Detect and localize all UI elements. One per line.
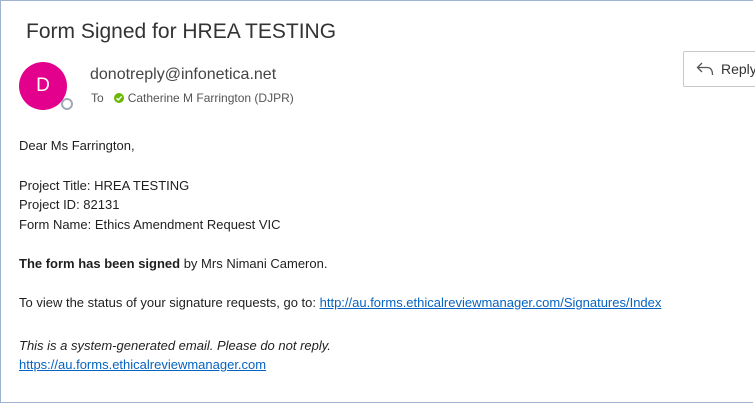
project-title: Project Title: HREA TESTING [19, 178, 190, 193]
footer-link-line: https://au.forms.ethicalreviewmanager.co… [19, 356, 266, 373]
signatures-link[interactable]: http://au.forms.ethicalreviewmanager.com… [320, 295, 662, 310]
footer-note-text: This is a system-generated email. Please… [19, 338, 331, 353]
sender-avatar[interactable]: D [19, 62, 67, 110]
form-name: Form Name: Ethics Amendment Request VIC [19, 217, 281, 232]
project-id: Project ID: 82131 [19, 197, 120, 212]
signed-bold-text: The form has been signed [19, 256, 181, 271]
recipient-row: To Catherine M Farrington (DJPR) [91, 91, 294, 105]
available-status-icon [113, 93, 124, 103]
reply-label: Reply [721, 61, 755, 77]
to-label: To [91, 91, 104, 105]
reply-button[interactable]: Reply [683, 51, 755, 87]
reply-arrow-icon [696, 62, 714, 76]
email-subject: Form Signed for HREA TESTING [26, 20, 337, 43]
footer-note: This is a system-generated email. Please… [19, 337, 331, 354]
greeting: Dear Ms Farrington, [19, 138, 135, 153]
sender-address[interactable]: donotreply@infonetica.net [90, 66, 276, 84]
presence-status-icon [61, 98, 73, 110]
signed-line: The form has been signed by Mrs Nimani C… [19, 255, 327, 272]
status-line: To view the status of your signature req… [19, 294, 661, 311]
signed-rest-text: by Mrs Nimani Cameron. [180, 256, 328, 271]
avatar-initial: D [36, 75, 50, 96]
site-link[interactable]: https://au.forms.ethicalreviewmanager.co… [19, 357, 266, 372]
recipient-name[interactable]: Catherine M Farrington (DJPR) [128, 91, 294, 105]
status-prefix: To view the status of your signature req… [19, 295, 320, 310]
